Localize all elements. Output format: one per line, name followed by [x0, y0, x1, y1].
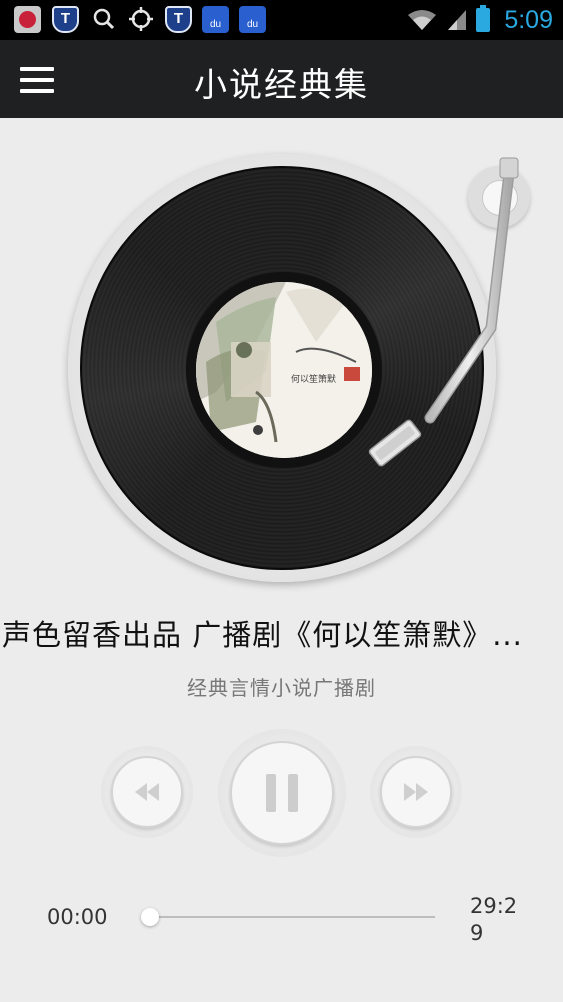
fast-forward-button[interactable]	[370, 746, 462, 838]
track-subtitle: 经典言情小说广播剧	[187, 676, 376, 700]
status-bar: 5:09	[0, 0, 563, 40]
pause-icon	[266, 774, 298, 812]
turntable: 何以笙箫默	[0, 118, 563, 598]
wifi-icon	[408, 10, 437, 30]
battery-icon	[476, 5, 491, 32]
rewind-button[interactable]	[101, 746, 193, 838]
track-title: 声色留香出品 广播剧《何以笙箫默》...	[2, 618, 523, 652]
current-time: 00:00	[47, 905, 108, 929]
seek-thumb[interactable]	[141, 908, 159, 926]
fast-forward-icon	[404, 783, 428, 801]
baidu-icon	[202, 6, 229, 33]
rewind-icon	[135, 783, 159, 801]
signal-icon	[448, 10, 467, 30]
baidu-icon	[239, 6, 266, 33]
gps-icon	[128, 4, 154, 43]
app-notification-icon	[14, 6, 41, 33]
status-time: 5:09	[504, 5, 553, 34]
tonearm	[368, 157, 519, 467]
search-icon	[92, 4, 116, 43]
shield-icon	[165, 6, 192, 33]
seek-bar[interactable]	[150, 916, 435, 918]
page-title: 小说经典集	[194, 65, 369, 104]
app-bar: 小说经典集	[0, 40, 563, 118]
total-time: 29:2 9	[470, 894, 518, 945]
pause-button[interactable]	[218, 729, 346, 857]
shield-icon	[52, 6, 79, 33]
